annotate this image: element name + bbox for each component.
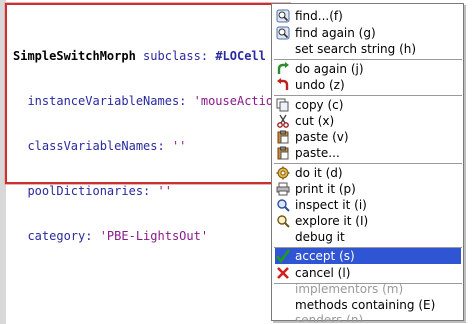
paste-icon [275,129,291,145]
menu-item-label: find again (g) [295,26,376,40]
menu-item-debug-it[interactable]: debug it [275,229,461,245]
menu-item-label: debug it [295,230,345,244]
menu-item-label: print it (p) [295,182,356,196]
code-line: category: 'PBE-LightsOut' [13,229,288,244]
menu-item-label: copy (c) [295,98,344,112]
menu-item-label: paste... [295,146,340,160]
menu-item-label: find...(f) [295,9,343,23]
menu-item-senders[interactable]: senders (n) [275,313,461,322]
keyword-part: category: [13,229,100,243]
menu-item-inspect-it[interactable]: inspect it (i) [275,197,461,213]
menu-item-find[interactable]: find...(f) [275,8,461,24]
undo-icon [275,77,291,93]
code-line: classVariableNames: '' [13,139,288,154]
selector: subclass: [135,49,216,63]
find-again-icon [275,25,291,41]
find-icon [275,8,291,24]
explore-icon [275,213,291,229]
class-name: SimpleSwitchMorph [13,49,136,63]
menu-item-label: accept (s) [295,249,355,263]
redo-icon [275,61,291,77]
menu-separator [274,163,462,164]
menu-item-label: cut (x) [295,114,335,128]
menu-item-label: paste (v) [295,130,349,144]
cut-icon [275,113,291,129]
keyword-part: instanceVariableNames: [13,94,194,108]
menu-item-set-search-string[interactable]: set search string (h) [275,41,461,57]
menu-item-do-again[interactable]: do again (j) [275,61,461,77]
menu-item-label: undo (z) [295,78,345,92]
menu-item-label: senders (n) [295,313,364,322]
menu-separator [274,95,462,96]
do-it-icon [275,165,291,181]
code-editor[interactable]: SimpleSwitchMorph subclass: #LOCell inst… [5,3,290,243]
menu-item-accept[interactable]: accept (s) [275,248,461,264]
code-text[interactable]: SimpleSwitchMorph subclass: #LOCell inst… [13,19,288,274]
string-literal: '' [157,184,172,198]
symbol: #LOCell [215,49,266,63]
menu-item-undo[interactable]: undo (z) [275,77,461,93]
copy-icon [275,97,291,113]
keyword-part: poolDictionaries: [13,184,158,198]
code-line: instanceVariableNames: 'mouseAction' [13,94,287,109]
menu-item-cancel[interactable]: cancel (l) [275,265,461,281]
keyword-part: classVariableNames: [13,139,172,153]
accept-icon [275,248,291,264]
paste-special-icon [275,145,291,161]
code-line: poolDictionaries: '' [13,184,288,199]
menu-item-label: explore it (I) [295,214,369,228]
menu-item-implementors[interactable]: implementors (m) [275,281,461,297]
menu-item-copy[interactable]: copy (c) [275,97,461,113]
menu-item-label: implementors (m) [295,282,404,296]
menu-item-cut[interactable]: cut (x) [275,113,461,129]
cancel-icon [275,265,291,281]
menu-item-label: inspect it (i) [295,198,367,212]
menu-item-label: do again (j) [295,62,364,76]
menu-item-find-again[interactable]: find again (g) [275,25,461,41]
menu-item-label: do it (d) [295,166,343,180]
code-line: SimpleSwitchMorph subclass: #LOCell [13,49,288,64]
menu-item-label: cancel (l) [295,266,351,280]
context-menu: find...(f) find again (g) set search str… [271,3,464,322]
menu-item-methods-containing[interactable]: methods containing (E) [275,297,461,313]
print-it-icon [275,181,291,197]
menu-item-do-it[interactable]: do it (d) [275,165,461,181]
menu-item-explore-it[interactable]: explore it (I) [275,213,461,229]
string-literal: '' [171,139,187,153]
menu-separator [274,59,462,60]
menu-item-print-it[interactable]: print it (p) [275,181,461,197]
inspect-icon [275,197,291,213]
menu-item-paste-special[interactable]: paste... [275,145,461,161]
menu-item-label: methods containing (E) [295,298,436,312]
menu-item-paste[interactable]: paste (v) [275,129,461,145]
menu-item-label: set search string (h) [295,42,417,56]
string-literal: 'PBE-LightsOut' [99,229,209,243]
